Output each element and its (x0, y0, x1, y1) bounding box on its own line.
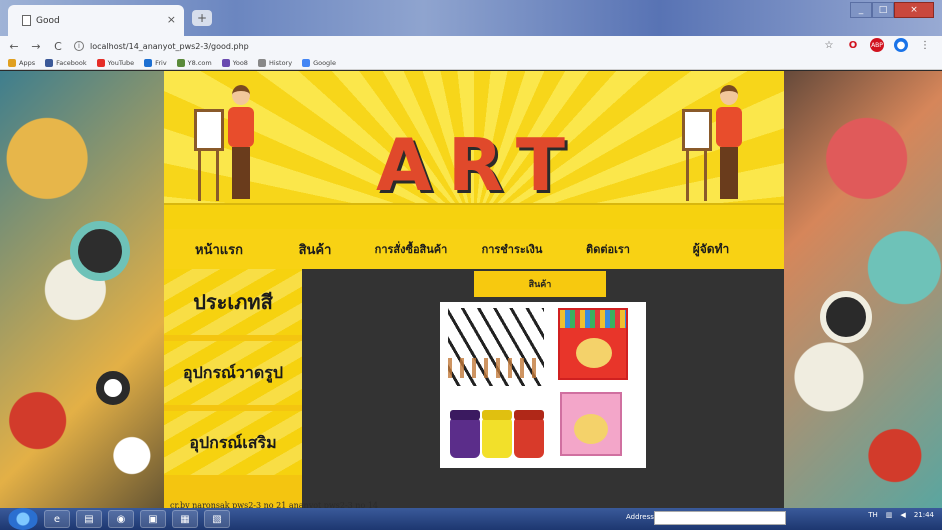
new-tab-button[interactable]: + (192, 10, 212, 26)
bookmark-google[interactable]: Google (302, 58, 336, 67)
bookmark-friv[interactable]: Friv (144, 58, 167, 67)
tab-title: Good (36, 15, 60, 26)
banner-title: ART (376, 123, 582, 207)
browser-tab-bar: Good × + _ □ × (0, 0, 942, 36)
network-icon[interactable]: ▥ (886, 511, 893, 519)
windows-taskbar: e ▤ ◉ ▣ ▦ ▧ (0, 508, 942, 530)
background-blob (820, 291, 872, 343)
explorer-icon[interactable]: ▤ (76, 510, 102, 528)
menu-kebab-icon[interactable]: ⋮ (918, 38, 932, 52)
site-container: ART หน้าแรก สินค้า การสั่งซื้อสินค้า การ… (164, 71, 784, 508)
language-indicator[interactable]: TH (868, 511, 878, 519)
forward-arrow-icon[interactable]: → (28, 40, 44, 53)
adblock-icon[interactable]: ABP (870, 38, 884, 52)
youtube-icon (96, 58, 105, 67)
page-background: ART หน้าแรก สินค้า การสั่งซื้อสินค้า การ… (0, 71, 942, 508)
sidebar: ประเภทสี อุปกรณ์วาดรูป อุปกรณ์เสริม (164, 269, 302, 508)
page-icon (22, 15, 31, 26)
back-arrow-icon[interactable]: ← (6, 40, 22, 53)
menu-item-payment[interactable]: การชำระเงิน (466, 240, 558, 258)
taskbar-address-label: Address (626, 513, 654, 521)
bookmark-star-icon[interactable]: ☆ (822, 38, 836, 52)
friv-icon (144, 58, 153, 67)
account-icon[interactable]: ● (894, 38, 908, 52)
bookmarks-bar: Apps Facebook YouTube Friv Y8.com Yoo8 H… (0, 56, 942, 70)
artist-illustration-right (676, 85, 746, 205)
clock[interactable]: 21:44 (914, 511, 934, 519)
banner: ART (164, 71, 784, 229)
chrome-icon[interactable]: ◉ (108, 510, 134, 528)
ie-icon[interactable]: e (44, 510, 70, 528)
facebook-icon (45, 58, 54, 67)
product-image-crayon-box[interactable] (560, 392, 622, 456)
bookmark-apps[interactable]: Apps (8, 58, 35, 67)
browser-tab[interactable]: Good × (8, 5, 184, 36)
main-menu: หน้าแรก สินค้า การสั่งซื้อสินค้า การชำระ… (164, 229, 784, 269)
taskbar-address-input[interactable] (654, 511, 786, 525)
google-doc-icon (302, 58, 311, 67)
content-area: สินค้า (302, 269, 784, 508)
screen: Good × + _ □ × ← → C i localhost/14_anan… (0, 0, 942, 530)
bookmark-facebook[interactable]: Facebook (45, 58, 87, 67)
window-controls: _ □ × (850, 2, 934, 18)
menu-item-ordering[interactable]: การสั่งซื้อสินค้า (356, 240, 466, 258)
product-gallery (440, 302, 646, 468)
product-image-brushes[interactable] (448, 308, 544, 386)
y8-icon (176, 58, 185, 67)
bookmark-history[interactable]: History (257, 58, 292, 67)
browser-toolbar-icons: ☆ O ABP ● ⋮ (822, 38, 932, 52)
background-blob (70, 221, 130, 281)
start-button[interactable] (8, 508, 38, 530)
sidebar-item-drawing-tools[interactable]: อุปกรณ์วาดรูป (164, 341, 302, 405)
menu-item-home[interactable]: หน้าแรก (164, 239, 274, 260)
app-icon[interactable]: ▣ (140, 510, 166, 528)
url-field[interactable]: i localhost/14_ananyot_pws2-3/good.php (74, 41, 249, 51)
banner-strip (164, 203, 784, 229)
volume-icon[interactable]: ◀ (900, 511, 905, 519)
app-icon[interactable]: ▧ (204, 510, 230, 528)
artist-illustration-left (188, 85, 258, 205)
close-window-button[interactable]: × (894, 2, 934, 18)
reload-icon[interactable]: C (50, 40, 66, 53)
menu-item-creators[interactable]: ผู้จัดทำ (658, 240, 764, 259)
bookmark-yoo8[interactable]: Yoo8 (221, 58, 248, 67)
bookmark-y8[interactable]: Y8.com (176, 58, 212, 67)
background-blob (96, 371, 130, 405)
app-icon[interactable]: ▦ (172, 510, 198, 528)
menu-item-products[interactable]: สินค้า (274, 239, 356, 260)
opera-icon[interactable]: O (846, 38, 860, 52)
maximize-button[interactable]: □ (872, 2, 894, 18)
minimize-button[interactable]: _ (850, 2, 872, 18)
tab-close-icon[interactable]: × (167, 13, 176, 26)
content-title: สินค้า (474, 271, 606, 297)
url-text: localhost/14_ananyot_pws2-3/good.php (90, 41, 249, 51)
bookmark-youtube[interactable]: YouTube (96, 58, 134, 67)
system-tray: TH ▥ ◀ 21:44 (868, 511, 934, 519)
history-icon (257, 58, 266, 67)
sidebar-item-paint-types[interactable]: ประเภทสี (164, 269, 302, 335)
address-bar: ← → C i localhost/14_ananyot_pws2-3/good… (0, 36, 942, 56)
sidebar-item-accessories[interactable]: อุปกรณ์เสริม (164, 411, 302, 475)
product-image-paint-jars[interactable] (450, 394, 550, 458)
menu-item-contact[interactable]: ติดต่อเรา (558, 240, 658, 258)
product-image-colored-pencils[interactable] (558, 308, 628, 380)
info-icon[interactable]: i (74, 41, 84, 51)
yoo8-icon (221, 58, 230, 67)
apps-grid-icon (8, 58, 16, 67)
